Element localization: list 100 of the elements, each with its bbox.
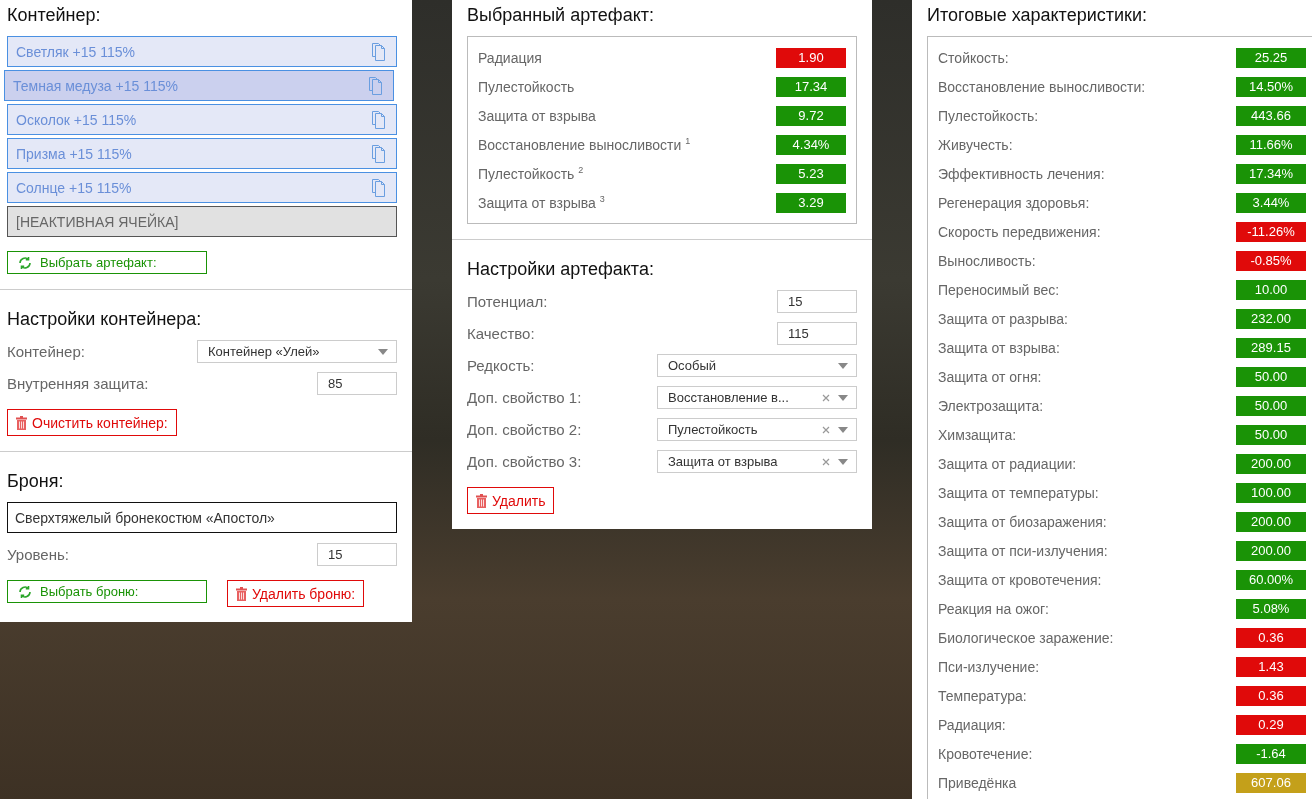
stat-label: Кровотечение: [938, 745, 1033, 762]
stat-value: 200.00 [1236, 511, 1306, 532]
stat-label: Защита от пси-излучения: [938, 542, 1108, 559]
stat-label: Защита от огня: [938, 368, 1042, 385]
armor-name-field[interactable]: Сверхтяжелый бронекостюм «Апостол» [7, 502, 397, 533]
stat-label: Защита от взрыва: [938, 339, 1060, 356]
stat-value: 5.08% [1236, 598, 1306, 619]
choose-button[interactable]: Выбрать артефакт: [7, 251, 207, 274]
field-label: Контейнер: [7, 343, 85, 360]
stat-label: Выносливость: [938, 252, 1036, 269]
stat-label: Пси-излучение: [938, 658, 1040, 675]
field-label: Внутренняя защита: [7, 375, 149, 392]
stat-value: 25.25 [1236, 47, 1306, 68]
field-label: Уровень: [7, 546, 69, 563]
stat-value: 14.50% [1236, 76, 1306, 97]
stat-value: 50.00 [1236, 366, 1306, 387]
field-label: Потенциал: [467, 293, 548, 310]
copy-icon[interactable] [367, 75, 385, 96]
stat-label: Защита от температуры: [938, 484, 1099, 501]
trash-icon [236, 586, 247, 601]
dropdown[interactable]: Защита от взрыва [657, 450, 857, 473]
stat-value: -1.64 [1236, 743, 1306, 764]
caret-icon [838, 458, 848, 465]
stat-value: 1.90 [776, 47, 846, 68]
trash-icon [476, 493, 487, 508]
stat-value: 100.00 [1236, 482, 1306, 503]
clear-icon[interactable] [822, 425, 830, 434]
stat-value: 11.66% [1236, 134, 1306, 155]
stat-label: Радиация [478, 49, 542, 66]
stat-value: 5.23 [776, 163, 846, 184]
stat-value: 443.66 [1236, 105, 1306, 126]
input-field[interactable]: 15 [777, 290, 857, 313]
stat-label: Эффективность лечения: [938, 165, 1105, 182]
stat-value: 10.00 [1236, 279, 1306, 300]
artifact-slot[interactable]: Осколок +15 115% [7, 104, 397, 135]
section-title: Выбранный артефакт: [467, 4, 655, 26]
stat-label: Живучесть: [938, 136, 1013, 153]
refresh-icon [18, 584, 32, 599]
delete-button[interactable]: Удалить [467, 487, 555, 514]
stat-label: Пулестойкость [478, 78, 575, 95]
artifact-slot[interactable]: Призма +15 115% [7, 138, 397, 169]
stat-value: 4.34% [776, 134, 846, 155]
stat-value: 3.29 [776, 192, 846, 213]
stat-label: Переносимый вес: [938, 281, 1060, 298]
dropdown[interactable]: Особый [657, 354, 857, 377]
dropdown[interactable]: Восстановление в... [657, 386, 857, 409]
section-title: Настройки контейнера: [7, 308, 203, 330]
stat-label: Пулестойкость: [938, 107, 1039, 124]
section-title: Итоговые характеристики: [927, 4, 1148, 26]
section-title: Броня: [7, 470, 65, 492]
stat-label: Пулестойкость $^{2}$ [478, 165, 584, 182]
field-label: Редкость: [467, 357, 535, 374]
artifact-slot[interactable]: Солнце +15 115% [7, 172, 397, 203]
copy-icon[interactable] [370, 109, 388, 130]
caret-icon [838, 394, 848, 401]
caret-icon [838, 426, 848, 433]
section-title: Контейнер: [7, 4, 102, 26]
stat-value: 3.44% [1236, 192, 1306, 213]
stat-value: 232.00 [1236, 308, 1306, 329]
clear-icon[interactable] [822, 393, 830, 402]
stat-value: 200.00 [1236, 540, 1306, 561]
input-field[interactable]: 85 [317, 372, 397, 395]
stat-label: Восстановление выносливости: [938, 78, 1146, 95]
stat-value: 289.15 [1236, 337, 1306, 358]
stat-value: -11.26% [1236, 221, 1306, 242]
stat-value: 0.29 [1236, 714, 1306, 735]
trash-icon [16, 415, 27, 430]
stat-value: 1.43 [1236, 656, 1306, 677]
stat-label: Защита от взрыва [478, 107, 596, 124]
dropdown[interactable]: Пулестойкость [657, 418, 857, 441]
dropdown[interactable]: Контейнер «Улей» [197, 340, 397, 363]
stat-label: Радиация: [938, 716, 1006, 733]
stat-label: Защита от биозаражения: [938, 513, 1107, 530]
refresh-icon [18, 255, 32, 270]
stat-value: 50.00 [1236, 424, 1306, 445]
delete-button[interactable]: Очистить контейнер: [7, 409, 177, 436]
delete-button[interactable]: Удалить броню: [227, 580, 365, 607]
stat-label: Электрозащита: [938, 397, 1044, 414]
artifact-slot[interactable]: Светляк +15 115% [7, 36, 397, 67]
stat-label: Защита от радиации: [938, 455, 1077, 472]
section-title: Настройки артефакта: [467, 258, 655, 280]
stat-value: 9.72 [776, 105, 846, 126]
copy-icon[interactable] [370, 143, 388, 164]
stat-label: Химзащита: [938, 426, 1017, 443]
caret-icon [838, 362, 848, 369]
input-field[interactable]: 115 [777, 322, 857, 345]
field-label: Доп. свойство 1: [467, 389, 582, 406]
clear-icon[interactable] [822, 457, 830, 466]
copy-icon[interactable] [370, 41, 388, 62]
stat-value: 607.06 [1236, 772, 1306, 793]
stat-label: Защита от взрыва $^{3}$ [478, 194, 605, 211]
stat-value: 17.34% [1236, 163, 1306, 184]
stat-label: Регенерация здоровья: [938, 194, 1090, 211]
copy-icon[interactable] [370, 177, 388, 198]
stat-label: Восстановление выносливости $^{1}$ [478, 136, 691, 153]
field-label: Доп. свойство 2: [467, 421, 582, 438]
stat-label: Температура: [938, 687, 1027, 704]
input-field[interactable]: 15 [317, 543, 397, 566]
stat-label: Стойкость: [938, 49, 1009, 66]
choose-button[interactable]: Выбрать броню: [7, 580, 207, 603]
